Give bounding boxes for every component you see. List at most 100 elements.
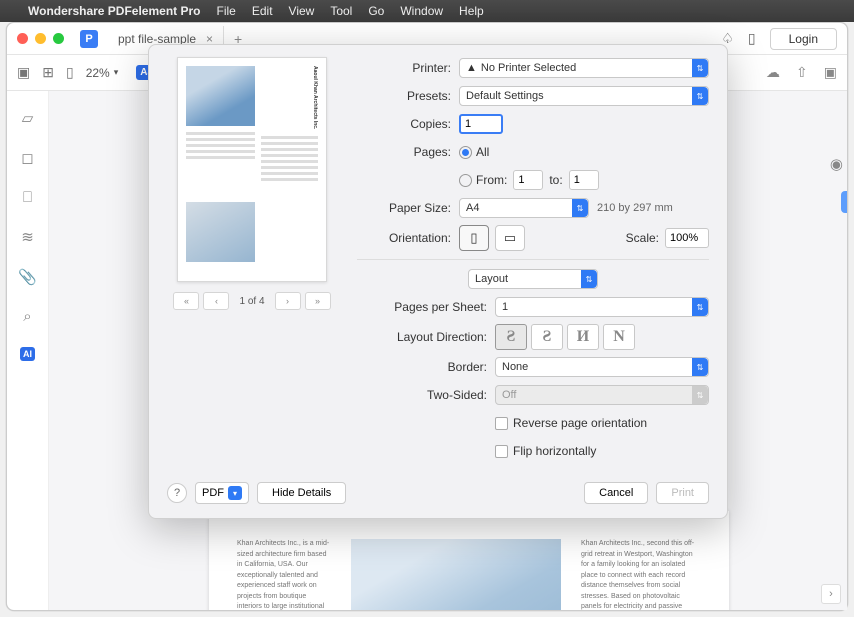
preview-image-1: [186, 66, 255, 126]
maximize-window-button[interactable]: [53, 33, 64, 44]
doc-body-text: Khan Architects Inc., is a mid-sized arc…: [237, 539, 331, 610]
pages-all-radio[interactable]: [459, 146, 472, 159]
pages-per-sheet-select[interactable]: 1 ⇅: [495, 297, 709, 317]
presets-value: Default Settings: [466, 90, 544, 102]
from-label: From:: [476, 173, 507, 187]
print-preview-page: Aaoul Khan Architects Inc.: [177, 57, 327, 282]
layoutdir-label: Layout Direction:: [357, 330, 487, 344]
close-window-button[interactable]: [17, 33, 28, 44]
scale-input[interactable]: [665, 228, 709, 248]
chevron-down-icon: ▾: [228, 486, 242, 500]
reverse-checkbox[interactable]: [495, 417, 508, 430]
grid-view-icon[interactable]: ⊞: [42, 64, 54, 81]
printer-value: No Printer Selected: [481, 62, 576, 74]
ai-button[interactable]: AI: [20, 347, 35, 361]
pps-label: Pages per Sheet:: [357, 300, 487, 314]
layoutdir-s-button[interactable]: Ƨ: [531, 324, 563, 350]
doc-body-text-right: Khan Architects Inc., second this off-gr…: [581, 539, 701, 610]
bookmark-icon[interactable]: ⎕: [23, 189, 32, 206]
preview-image-2: [186, 202, 255, 262]
help-button[interactable]: ?: [167, 483, 187, 503]
copies-label: Copies:: [357, 117, 451, 131]
menu-help[interactable]: Help: [459, 4, 484, 18]
share-icon[interactable]: ⇧: [796, 64, 808, 81]
orientation-portrait-button[interactable]: ▯: [459, 225, 489, 251]
papersize-select[interactable]: A4 ⇅: [459, 198, 589, 218]
pager-last-button[interactable]: »: [305, 292, 331, 310]
cloud-icon[interactable]: ☁: [766, 64, 780, 81]
device-icon[interactable]: ▯: [748, 30, 756, 47]
print-preview-pane: Aaoul Khan Architects Inc. « ‹ 1 of 4 › …: [167, 57, 337, 468]
copies-input[interactable]: [459, 114, 503, 134]
menu-tool[interactable]: Tool: [330, 4, 352, 18]
to-input[interactable]: [569, 170, 599, 190]
border-label: Border:: [357, 360, 487, 374]
orientation-label: Orientation:: [357, 231, 451, 245]
flip-checkbox[interactable]: [495, 445, 508, 458]
pages-all-label: All: [476, 145, 489, 159]
presets-select[interactable]: Default Settings ⇅: [459, 86, 709, 106]
sidebar-toggle-icon[interactable]: ▣: [17, 64, 30, 81]
panel-toggle-icon[interactable]: ▣: [824, 64, 837, 81]
search-icon[interactable]: ⌕: [23, 308, 31, 325]
chevron-updown-icon: ⇅: [692, 59, 708, 77]
print-button[interactable]: Print: [656, 482, 709, 504]
menu-file[interactable]: File: [217, 4, 236, 18]
twosided-label: Two-Sided:: [357, 388, 487, 402]
papersize-hint: 210 by 297 mm: [597, 202, 673, 214]
hide-details-button[interactable]: Hide Details: [257, 482, 346, 504]
menu-window[interactable]: Window: [400, 4, 443, 18]
app-name[interactable]: Wondershare PDFelement Pro: [28, 4, 201, 18]
cancel-button[interactable]: Cancel: [584, 482, 648, 504]
pdf-label: PDF: [202, 487, 224, 499]
app-logo-icon: P: [80, 30, 98, 48]
doc-image: [351, 539, 561, 610]
attachment-icon[interactable]: 📎: [18, 268, 37, 286]
from-input[interactable]: [513, 170, 543, 190]
page-view-icon[interactable]: ▯: [66, 64, 74, 81]
pager-first-button[interactable]: «: [173, 292, 199, 310]
left-sidebar: ▱ ◻ ⎕ ≋ 📎 ⌕ AI: [7, 91, 49, 610]
reverse-label: Reverse page orientation: [513, 416, 647, 430]
page-icon[interactable]: ▱: [22, 109, 34, 127]
mac-menubar: Wondershare PDFelement Pro File Edit Vie…: [0, 0, 854, 22]
menu-view[interactable]: View: [289, 4, 315, 18]
scroll-indicator: [841, 191, 847, 213]
preview-pager: « ‹ 1 of 4 › »: [173, 292, 330, 310]
chevron-down-icon: ▾: [114, 67, 119, 78]
doc-column-right: Khan Architects Inc., second this off-gr…: [581, 539, 701, 610]
to-label: to:: [549, 173, 562, 187]
chevron-updown-icon: ⇅: [692, 386, 708, 404]
layoutdir-n2-button[interactable]: N: [603, 324, 635, 350]
pager-text: 1 of 4: [233, 296, 270, 307]
layoutdir-n-button[interactable]: И: [567, 324, 599, 350]
papersize-label: Paper Size:: [357, 201, 451, 215]
menu-go[interactable]: Go: [368, 4, 384, 18]
orientation-landscape-button[interactable]: ▭: [495, 225, 525, 251]
pages-range-radio[interactable]: [459, 174, 472, 187]
border-select[interactable]: None ⇅: [495, 357, 709, 377]
login-button[interactable]: Login: [770, 28, 837, 50]
flip-label: Flip horizontally: [513, 444, 596, 458]
minimize-window-button[interactable]: [35, 33, 46, 44]
presets-label: Presets:: [357, 89, 451, 103]
pager-prev-button[interactable]: ‹: [203, 292, 229, 310]
chevron-updown-icon: ⇅: [692, 87, 708, 105]
pdf-dropdown-button[interactable]: PDF ▾: [195, 482, 249, 504]
comment-icon[interactable]: ◻: [21, 149, 33, 167]
pager-next-button[interactable]: ›: [275, 292, 301, 310]
zoom-control[interactable]: 22% ▾: [86, 66, 119, 80]
scroll-right-button[interactable]: ›: [821, 584, 841, 604]
layers-icon[interactable]: ≋: [21, 228, 34, 246]
preview-side-title: Aaoul Khan Architects Inc.: [311, 66, 318, 129]
printer-select[interactable]: ▲ No Printer Selected ⇅: [459, 58, 709, 78]
twosided-value: Off: [502, 389, 516, 401]
chevron-updown-icon: ⇅: [692, 358, 708, 376]
layout-section-value: Layout: [475, 273, 508, 285]
layout-section-select[interactable]: Layout ⇅: [468, 269, 598, 289]
menu-edit[interactable]: Edit: [252, 4, 273, 18]
chevron-updown-icon: ⇅: [581, 270, 597, 288]
layoutdir-z-button[interactable]: Ƨ: [495, 324, 527, 350]
print-form: Printer: ▲ No Printer Selected ⇅ Presets…: [357, 57, 709, 468]
eye-icon[interactable]: ◉: [830, 155, 843, 173]
